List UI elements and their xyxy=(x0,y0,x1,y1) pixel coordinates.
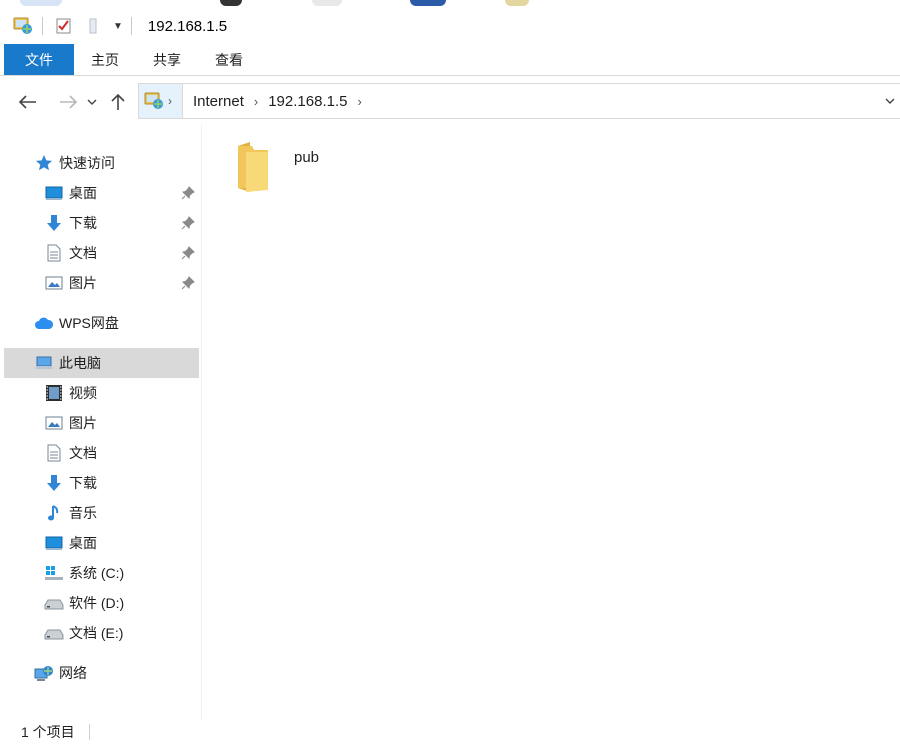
tab-file[interactable]: 文件 xyxy=(4,44,74,75)
nav-label: WPS网盘 xyxy=(59,315,119,331)
network-location-icon xyxy=(144,92,163,109)
breadcrumb-host[interactable]: 192.168.1.5 xyxy=(268,93,347,110)
chevron-right-icon[interactable]: › xyxy=(357,94,361,109)
nav-pc-drive-d[interactable]: 软件 (D:) xyxy=(4,588,199,618)
video-icon xyxy=(44,383,64,403)
computer-icon xyxy=(34,353,54,373)
address-bar[interactable]: › Internet › 192.168.1.5 › xyxy=(138,83,900,119)
forward-arrow-icon[interactable] xyxy=(55,89,81,115)
desktop-icon-fragment xyxy=(312,0,342,6)
nav-quick-access[interactable]: 快速访问 xyxy=(4,148,199,178)
drive-icon xyxy=(44,623,64,643)
document-icon xyxy=(44,443,64,463)
nav-label: 软件 (D:) xyxy=(69,595,125,611)
nav-pc-documents[interactable]: 文档 xyxy=(4,438,199,468)
nav-pc-videos[interactable]: 视频 xyxy=(4,378,199,408)
nav-pc-pictures[interactable]: 图片 xyxy=(4,408,199,438)
nav-network[interactable]: 网络 xyxy=(4,658,199,688)
nav-pc-desktop[interactable]: 桌面 xyxy=(4,528,199,558)
network-icon xyxy=(34,663,54,683)
nav-label: 视频 xyxy=(69,385,97,401)
nav-label: 桌面 xyxy=(69,535,97,551)
pin-icon[interactable] xyxy=(181,246,195,260)
nav-label: 文档 (E:) xyxy=(69,625,124,641)
nav-label: 网络 xyxy=(59,665,87,681)
network-computer-icon[interactable] xyxy=(12,15,34,37)
nav-pc-drive-e[interactable]: 文档 (E:) xyxy=(4,618,199,648)
status-separator xyxy=(88,724,90,740)
back-arrow-icon[interactable] xyxy=(15,89,41,115)
customize-quick-access-dropdown-icon[interactable]: ▼ xyxy=(113,21,123,32)
nav-label: 下载 xyxy=(69,475,97,491)
folder-item-pub[interactable]: pub xyxy=(232,140,319,197)
cloud-icon xyxy=(34,313,54,333)
tab-home[interactable]: 主页 xyxy=(74,44,136,75)
breadcrumb-internet[interactable]: Internet xyxy=(193,93,244,110)
file-list-area[interactable]: pub xyxy=(202,124,900,720)
nav-this-pc[interactable]: 此电脑 xyxy=(4,348,199,378)
nav-label: 音乐 xyxy=(69,505,97,521)
ribbon-tabs: 文件 主页 共享 查看 xyxy=(0,44,900,76)
navigation-pane: 快速访问 桌面 下载 文档 图片 WPS网盘 此电脑 视频 图片 文档 下载 音… xyxy=(0,140,202,720)
drive-icon xyxy=(44,593,64,613)
nav-label: 桌面 xyxy=(69,185,97,201)
desktop-icon-fragment xyxy=(410,0,446,6)
address-location-cell[interactable]: › xyxy=(139,84,183,118)
system-drive-icon xyxy=(44,563,64,583)
pictures-icon xyxy=(44,413,64,433)
document-icon xyxy=(44,243,64,263)
tab-view[interactable]: 查看 xyxy=(198,44,260,75)
nav-label: 系统 (C:) xyxy=(69,565,125,581)
nav-label: 文档 xyxy=(69,245,97,261)
nav-label: 下载 xyxy=(69,215,97,231)
desktop-icon xyxy=(44,183,64,203)
item-count: 1 个项目 xyxy=(21,724,75,740)
window-title: 192.168.1.5 xyxy=(147,17,228,35)
nav-pc-downloads[interactable]: 下载 xyxy=(4,468,199,498)
nav-quick-downloads[interactable]: 下载 xyxy=(4,208,199,238)
music-icon xyxy=(44,503,64,523)
address-history-chevron-down-icon[interactable] xyxy=(885,93,895,108)
nav-pc-drive-c[interactable]: 系统 (C:) xyxy=(4,558,199,588)
desktop-background-strip xyxy=(0,0,900,8)
folder-name: pub xyxy=(294,149,320,166)
pictures-icon xyxy=(44,273,64,293)
title-bar: ▼ 192.168.1.5 xyxy=(0,8,900,44)
nav-quick-documents[interactable]: 文档 xyxy=(4,238,199,268)
nav-label: 图片 xyxy=(69,415,97,431)
nav-label: 快速访问 xyxy=(59,155,115,171)
new-folder-icon[interactable] xyxy=(85,17,103,35)
nav-label: 文档 xyxy=(69,445,97,461)
star-icon xyxy=(34,153,54,173)
toolbar-separator xyxy=(42,17,43,35)
nav-quick-pictures[interactable]: 图片 xyxy=(4,268,199,298)
download-icon xyxy=(44,473,64,493)
navigation-bar: › Internet › 192.168.1.5 › xyxy=(0,82,900,122)
nav-pc-music[interactable]: 音乐 xyxy=(4,498,199,528)
chevron-right-icon[interactable]: › xyxy=(168,94,172,108)
desktop-icon-fragment xyxy=(20,0,62,6)
nav-label: 此电脑 xyxy=(59,355,101,371)
nav-wps-drive[interactable]: WPS网盘 xyxy=(4,308,199,338)
pin-icon[interactable] xyxy=(181,216,195,230)
status-bar: 1 个项目 xyxy=(0,720,900,744)
pin-icon[interactable] xyxy=(181,186,195,200)
desktop-icon xyxy=(44,533,64,553)
chevron-right-icon[interactable]: › xyxy=(254,94,258,109)
tab-share[interactable]: 共享 xyxy=(136,44,198,75)
nav-label: 图片 xyxy=(69,275,97,291)
download-icon xyxy=(44,213,64,233)
folder-icon xyxy=(232,140,274,197)
desktop-icon-fragment xyxy=(505,0,529,6)
recent-locations-chevron-down-icon[interactable] xyxy=(83,89,101,115)
pin-icon[interactable] xyxy=(181,276,195,290)
up-arrow-icon[interactable] xyxy=(105,89,131,115)
toolbar-separator xyxy=(130,17,132,35)
desktop-icon-fragment xyxy=(220,0,242,6)
nav-quick-desktop[interactable]: 桌面 xyxy=(4,178,199,208)
properties-icon[interactable] xyxy=(55,17,73,35)
